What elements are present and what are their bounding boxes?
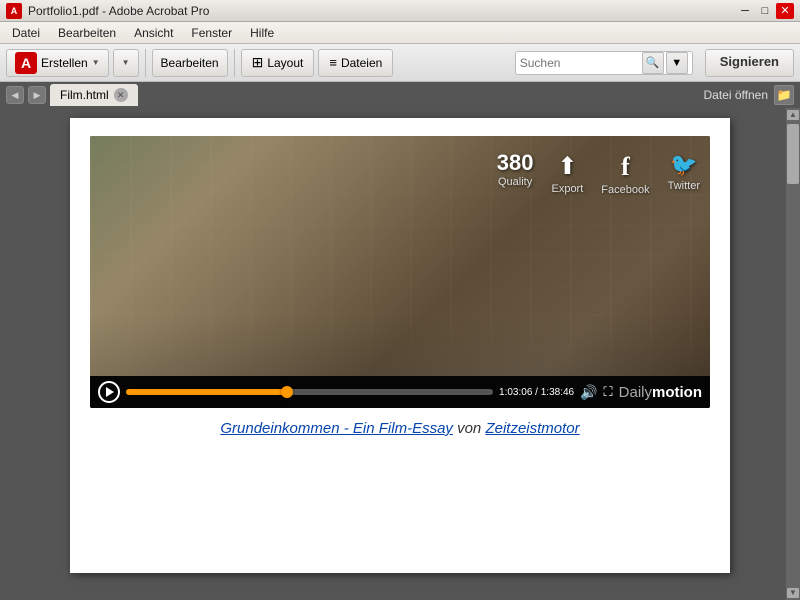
tab-bar: ◀ ▶ Film.html ✕ Datei öffnen 📁 <box>0 82 800 108</box>
erstellen-dropdown-arrow[interactable]: ▼ <box>92 58 100 67</box>
app-icon: A <box>6 3 22 19</box>
title-bar: A Portfolio1.pdf - Adobe Acrobat Pro ─ □… <box>0 0 800 22</box>
scroll-down-arrow[interactable]: ▼ <box>787 588 799 598</box>
toolbar-separator-2 <box>234 49 235 77</box>
video-overlay-icons: 380 Quality ⬆ Export f Facebook 🐦 <box>497 152 700 196</box>
twitter-icon: 🐦 <box>670 152 697 178</box>
play-icon <box>106 387 114 397</box>
search-box[interactable]: 🔍 ▼ <box>515 51 693 75</box>
play-button[interactable] <box>98 381 120 403</box>
caption-link-main[interactable]: Grundeinkommen - Ein Film-Essay <box>220 420 453 437</box>
bearbeiten-button[interactable]: Bearbeiten <box>152 49 228 77</box>
menu-bar: Datei Bearbeiten Ansicht Fenster Hilfe <box>0 22 800 44</box>
scroll-up-arrow[interactable]: ▲ <box>787 110 799 120</box>
caption-von: von <box>453 420 486 437</box>
volume-icon[interactable]: 🔊 <box>580 384 597 401</box>
facebook-icon-item[interactable]: f Facebook <box>601 152 649 196</box>
menu-ansicht[interactable]: Ansicht <box>126 24 181 42</box>
dailymotion-logo: Dailymotion <box>619 384 702 401</box>
tab-label: Film.html <box>60 88 109 102</box>
quality-label: Quality <box>498 176 532 188</box>
time-display: 1:03:06 / 1:38:46 <box>499 387 574 398</box>
bearbeiten-label: Bearbeiten <box>161 56 219 70</box>
signieren-button[interactable]: Signieren <box>705 49 794 77</box>
quality-number: 380 <box>497 152 534 174</box>
facebook-label: Facebook <box>601 184 649 196</box>
fullscreen-icon[interactable]: ⛶ <box>604 384 613 400</box>
window-title: Portfolio1.pdf - Adobe Acrobat Pro <box>28 4 209 18</box>
quality-icon-item[interactable]: 380 Quality <box>497 152 534 188</box>
dateien-icon: ≡ <box>329 55 337 70</box>
dailymotion-text-daily: Daily <box>619 384 652 401</box>
nav-prev-button[interactable]: ◀ <box>6 86 24 104</box>
dailymotion-text-motion: motion <box>652 384 702 401</box>
facebook-icon: f <box>621 152 630 182</box>
title-bar-left: A Portfolio1.pdf - Adobe Acrobat Pro <box>6 3 209 19</box>
page-container: 380 Quality ⬆ Export f Facebook 🐦 <box>70 118 730 573</box>
progress-fill <box>126 389 287 395</box>
open-file-icon[interactable]: 📁 <box>774 85 794 105</box>
extra-dropdown-arrow: ▼ <box>122 58 130 67</box>
layout-label: Layout <box>267 56 303 70</box>
dropdown-extra-button[interactable]: ▼ <box>113 49 139 77</box>
scrollbar[interactable]: ▲ ▼ <box>786 108 800 600</box>
progress-bar[interactable] <box>126 389 493 395</box>
caption-link-secondary[interactable]: Zeitzeistmotor <box>485 420 579 437</box>
search-input[interactable] <box>520 56 640 70</box>
scroll-thumb[interactable] <box>787 124 799 184</box>
minimize-button[interactable]: ─ <box>736 3 754 19</box>
video-controls: 1:03:06 / 1:38:46 🔊 ⛶ Dailymotion <box>90 376 710 408</box>
search-icon-btn[interactable]: 🔍 <box>642 52 664 74</box>
video-caption: Grundeinkommen - Ein Film-Essay von Zeit… <box>90 420 710 437</box>
toolbar-separator <box>145 49 146 77</box>
open-file-label: Datei öffnen <box>704 88 769 102</box>
tab-film-html[interactable]: Film.html ✕ <box>50 84 138 106</box>
progress-thumb <box>281 386 293 398</box>
export-icon: ⬆ <box>557 152 577 181</box>
title-bar-controls: ─ □ ✕ <box>736 3 794 19</box>
dateien-label: Dateien <box>341 56 382 70</box>
export-label: Export <box>551 183 583 195</box>
tab-close-button[interactable]: ✕ <box>114 88 128 102</box>
layout-button[interactable]: ⊞ Layout <box>241 49 315 77</box>
menu-bearbeiten[interactable]: Bearbeiten <box>50 24 124 42</box>
toolbar: A Erstellen ▼ ▼ Bearbeiten ⊞ Layout ≡ Da… <box>0 44 800 82</box>
video-container: 380 Quality ⬆ Export f Facebook 🐦 <box>90 136 710 408</box>
video-wrapper: 380 Quality ⬆ Export f Facebook 🐦 <box>90 136 710 437</box>
erstellen-label: Erstellen <box>41 56 88 70</box>
export-icon-item[interactable]: ⬆ Export <box>551 152 583 195</box>
search-dropdown-btn[interactable]: ▼ <box>666 52 688 74</box>
menu-datei[interactable]: Datei <box>4 24 48 42</box>
maximize-button[interactable]: □ <box>756 3 774 19</box>
video-background: 380 Quality ⬆ Export f Facebook 🐦 <box>90 136 710 376</box>
close-button[interactable]: ✕ <box>776 3 794 19</box>
nav-next-button[interactable]: ▶ <box>28 86 46 104</box>
erstellen-button[interactable]: A Erstellen ▼ <box>6 49 109 77</box>
erstellen-icon: A <box>15 52 37 74</box>
menu-fenster[interactable]: Fenster <box>183 24 240 42</box>
twitter-label: Twitter <box>668 180 700 192</box>
content-area: 380 Quality ⬆ Export f Facebook 🐦 <box>0 108 800 600</box>
twitter-icon-item[interactable]: 🐦 Twitter <box>668 152 700 192</box>
open-file-area: Datei öffnen 📁 <box>704 85 795 105</box>
layout-icon: ⊞ <box>252 54 264 71</box>
menu-hilfe[interactable]: Hilfe <box>242 24 282 42</box>
dateien-button[interactable]: ≡ Dateien <box>318 49 393 77</box>
